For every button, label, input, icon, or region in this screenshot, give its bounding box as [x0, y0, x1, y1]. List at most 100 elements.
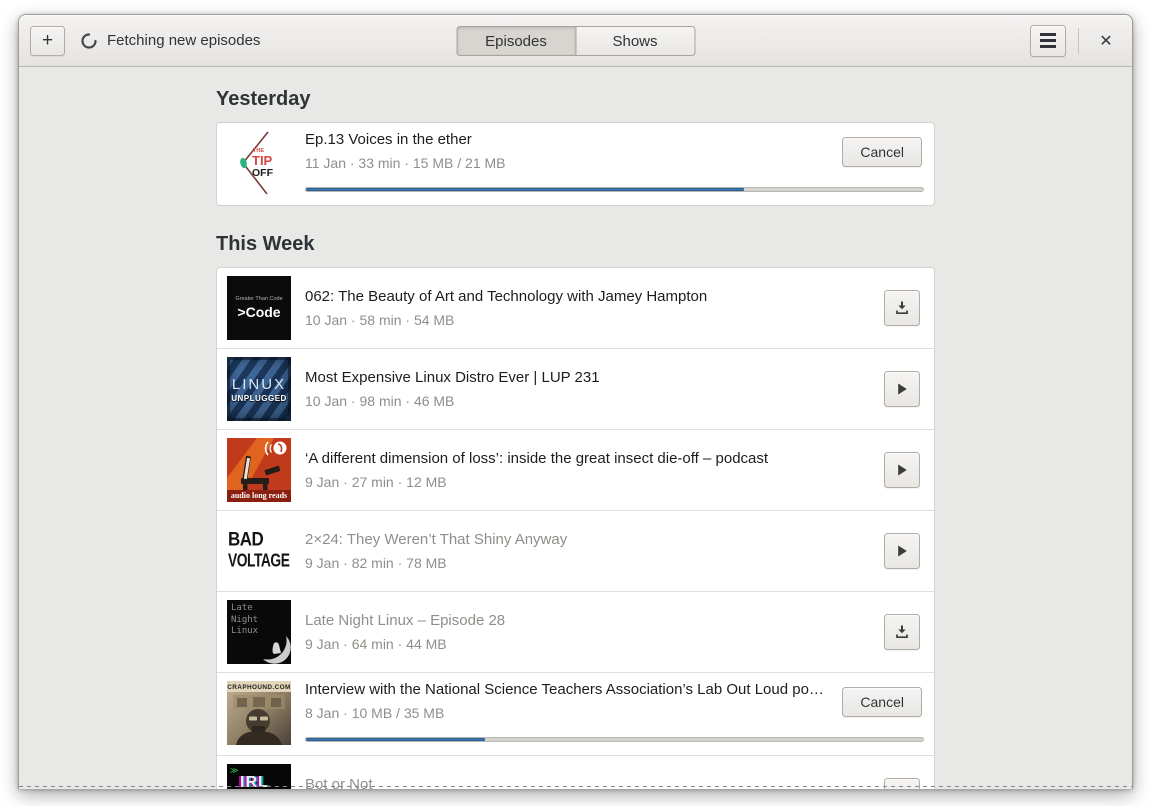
episode-top-row: Interview with the National Science Teac…: [305, 681, 924, 722]
episode-meta: 9 Jan · 27 min · 12 MB: [305, 473, 447, 490]
episode-top-row: Ep.13 Voices in the ether 11 Jan · 33 min…: [305, 131, 924, 172]
episode-cover-audio-long-reads: audio long reads: [227, 438, 291, 502]
svg-text:TIP: TIP: [252, 153, 273, 168]
download-progress-fill: [306, 188, 745, 191]
download-button[interactable]: [884, 290, 920, 326]
episode-body: Ep.13 Voices in the ether 11 Jan · 33 min…: [305, 131, 924, 192]
scroll-undershoot-indicator: [19, 786, 1132, 787]
episode-text: Most Expensive Linux Distro Ever | LUP 2…: [305, 369, 872, 410]
episode-top-row: Most Expensive Linux Distro Ever | LUP 2…: [305, 369, 924, 410]
status-label: Fetching new episodes: [107, 32, 261, 49]
download-icon: [896, 301, 908, 315]
episode-body: Most Expensive Linux Distro Ever | LUP 2…: [305, 369, 924, 410]
episode-cover-late-night-linux: Late Night Linux: [227, 600, 291, 664]
episode-cover-craphound: CRAPHOUND.COM: [227, 681, 291, 745]
episode-text: 062: The Beauty of Art and Technology wi…: [305, 288, 872, 329]
episode-body: Interview with the National Science Teac…: [305, 681, 924, 742]
episode-row: BAD VOLTAGE 2×24: They Weren’t That Shiny …: [217, 510, 934, 591]
episode-cover-linux-unplugged: LINUX UNPLUGGED: [227, 357, 291, 421]
header-separator: [1078, 27, 1079, 54]
episode-title: 062: The Beauty of Art and Technology wi…: [305, 287, 708, 305]
menu-button[interactable]: [1030, 24, 1066, 57]
tab-shows[interactable]: Shows: [575, 26, 695, 56]
episode-title: 2×24: They Weren’t That Shiny Anyway: [305, 530, 568, 548]
episode-body: ‘A different dimension of loss’: inside …: [305, 450, 924, 491]
episodes-column: Yesterday THE TIP OFF Ep.13 Voices in th…: [216, 88, 935, 789]
app-window: + Fetching new episodes Episodes Shows ✕ …: [18, 14, 1133, 789]
cover-line2: VOLTAGE: [228, 551, 290, 572]
svg-text:OFF: OFF: [252, 167, 274, 179]
episode-top-row: Late Night Linux – Episode 28 9 Jan · 64 …: [305, 612, 924, 653]
episode-cover-tip-off: THE TIP OFF: [227, 131, 291, 195]
episode-meta: 10 Jan · 98 min · 46 MB: [305, 392, 455, 409]
episode-list-card: Greater Than Code >Code 062: The Beauty of…: [216, 267, 935, 789]
episode-title: Ep.13 Voices in the ether: [305, 131, 472, 148]
episode-top-row: 062: The Beauty of Art and Technology wi…: [305, 288, 924, 329]
play-icon: [898, 464, 907, 476]
episode-row: audio long reads ‘A different dimension o…: [217, 429, 934, 510]
episode-row: Late Night Linux Late Night Linux – Episod…: [217, 591, 934, 672]
episode-title: Most Expensive Linux Distro Ever | LUP 2…: [305, 368, 600, 386]
cover-label: audio long reads: [227, 490, 291, 502]
tab-episodes[interactable]: Episodes: [456, 26, 576, 56]
download-progress-fill: [306, 738, 485, 741]
episode-body: Late Night Linux – Episode 28 9 Jan · 64 …: [305, 612, 924, 653]
cover-line1: BAD: [228, 528, 264, 550]
svg-text:CRAPHOUND.COM: CRAPHOUND.COM: [227, 684, 290, 691]
episode-meta: 9 Jan · 64 min · 44 MB: [305, 635, 447, 652]
cancel-button[interactable]: Cancel: [842, 136, 922, 167]
close-button[interactable]: ✕: [1091, 26, 1121, 56]
plus-icon: +: [41, 29, 54, 51]
episode-row: THE TIP OFF Ep.13 Voices in the ether 11 …: [217, 123, 934, 205]
play-button[interactable]: [884, 371, 920, 407]
episode-top-row: 2×24: They Weren’t That Shiny Anyway 9 Ja…: [305, 531, 924, 572]
episode-row: Greater Than Code >Code 062: The Beauty of…: [217, 268, 934, 348]
penguin-icon: [272, 642, 281, 654]
spinner-icon: [81, 32, 97, 49]
play-button[interactable]: [884, 452, 920, 488]
episode-row: LINUX UNPLUGGED Most Expensive Linux Distr…: [217, 348, 934, 429]
episode-body: 2×24: They Weren’t That Shiny Anyway 9 Ja…: [305, 531, 924, 572]
episode-meta: 9 Jan · 82 min · 78 MB: [305, 554, 447, 571]
download-progress: [305, 737, 924, 742]
play-icon: [898, 545, 907, 557]
add-podcast-button[interactable]: +: [30, 25, 65, 56]
section-title: This Week: [216, 233, 315, 255]
cover-mark: ≫: [230, 766, 239, 775]
download-button[interactable]: [884, 614, 920, 650]
play-icon: [898, 383, 907, 395]
episode-text: Ep.13 Voices in the ether 11 Jan · 33 min…: [305, 131, 830, 172]
cancel-button[interactable]: Cancel: [842, 686, 922, 717]
episode-text: ‘A different dimension of loss’: inside …: [305, 450, 872, 491]
episode-text: 2×24: They Weren’t That Shiny Anyway 9 Ja…: [305, 531, 872, 572]
download-icon: [896, 625, 908, 639]
episode-row: CRAPHOUND.COM Interview with the Nationa…: [217, 672, 934, 755]
episode-meta: 10 Jan · 58 min · 54 MB: [305, 311, 455, 328]
episode-title: Late Night Linux – Episode 28: [305, 611, 506, 629]
play-button[interactable]: [884, 533, 920, 569]
cover-line1: LINUX: [231, 375, 287, 393]
download-button[interactable]: [884, 778, 920, 789]
cover-main-label: >Code: [237, 304, 281, 320]
episode-meta: 8 Jan · 10 MB / 35 MB: [305, 705, 445, 721]
episode-top-row: ‘A different dimension of loss’: inside …: [305, 450, 924, 491]
episode-body: 062: The Beauty of Art and Technology wi…: [305, 288, 924, 329]
cover-top-label: Greater Than Code: [235, 296, 283, 302]
episode-row: ≫ IRL Bot or Not: [217, 755, 934, 789]
section-title: Yesterday: [216, 88, 311, 110]
episode-text: Interview with the National Science Teac…: [305, 681, 830, 722]
hamburger-icon: [1040, 33, 1056, 48]
episode-list-card: THE TIP OFF Ep.13 Voices in the ether 11 …: [216, 122, 935, 206]
download-progress: [305, 187, 924, 192]
episode-meta: 11 Jan · 33 min · 15 MB / 21 MB: [305, 155, 506, 171]
episode-text: Late Night Linux – Episode 28 9 Jan · 64 …: [305, 612, 872, 653]
header-bar: + Fetching new episodes Episodes Shows ✕: [19, 15, 1132, 67]
episodes-scroll-area[interactable]: Yesterday THE TIP OFF Ep.13 Voices in th…: [19, 67, 1132, 789]
episode-cover-bad-voltage: BAD VOLTAGE: [227, 519, 291, 583]
download-icon: [894, 788, 910, 789]
episode-cover-greater-than-code: Greater Than Code >Code: [227, 276, 291, 340]
cover-line2: UNPLUGGED: [231, 393, 287, 403]
view-switcher: Episodes Shows: [456, 26, 695, 56]
episode-title: Interview with the National Science Teac…: [305, 681, 831, 698]
episode-title: ‘A different dimension of loss’: inside …: [305, 449, 769, 467]
